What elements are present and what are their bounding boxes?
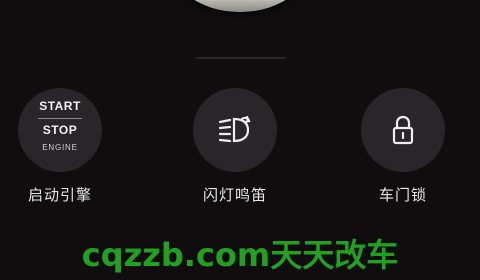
engine-divider <box>38 118 82 119</box>
lock-icon <box>392 115 414 145</box>
engine-start-circle[interactable]: START STOP ENGINE <box>18 88 102 172</box>
engine-start-text: START <box>39 99 81 113</box>
remote-control-screen: START STOP ENGINE 启动引擎 闪灯鸣笛 车门锁 cqzzb.co… <box>0 0 480 280</box>
flash-horn-icon <box>218 115 251 143</box>
flash-horn-label: 闪灯鸣笛 <box>202 186 267 204</box>
door-lock-circle[interactable] <box>361 88 445 172</box>
car-image <box>167 0 313 12</box>
door-lock-label: 车门锁 <box>378 186 427 204</box>
flash-horn-circle[interactable] <box>193 88 277 172</box>
door-lock-button[interactable]: 车门锁 <box>348 88 458 214</box>
engine-start-label: 启动引擎 <box>27 186 92 204</box>
engine-start-button[interactable]: START STOP ENGINE 启动引擎 <box>5 88 115 214</box>
engine-engine-text: ENGINE <box>42 143 78 152</box>
car-shadow <box>196 57 286 59</box>
control-row: START STOP ENGINE 启动引擎 闪灯鸣笛 车门锁 <box>0 88 480 214</box>
flash-horn-button[interactable]: 闪灯鸣笛 <box>180 88 290 214</box>
watermark: cqzzb.com天天改车 <box>81 236 399 274</box>
engine-stop-text: STOP <box>42 123 78 137</box>
